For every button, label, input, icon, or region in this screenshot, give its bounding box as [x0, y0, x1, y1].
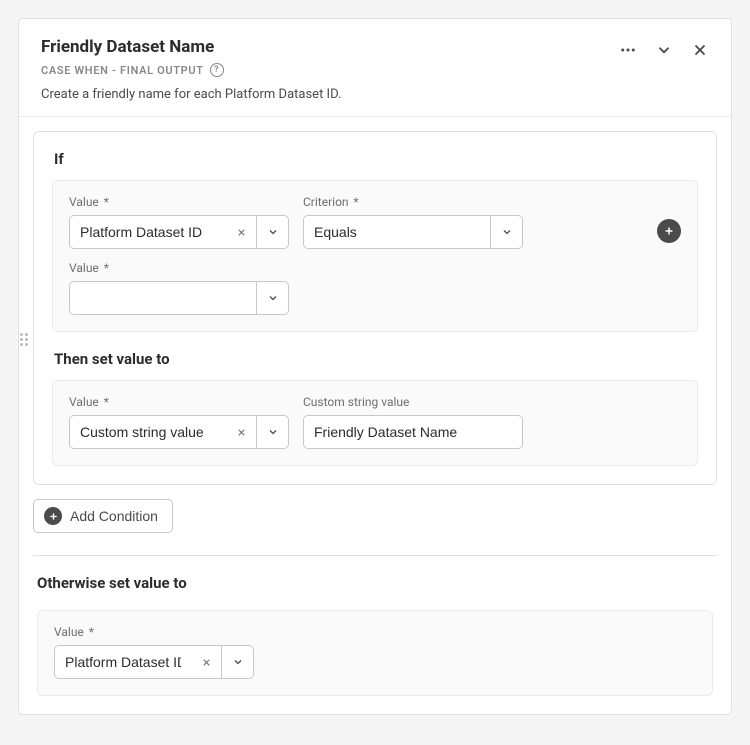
then-value-label: Value * [69, 395, 289, 409]
panel-description: Create a friendly name for each Platform… [41, 87, 619, 102]
required-asterisk: * [351, 195, 359, 209]
if-value1-label: Value * [69, 195, 289, 209]
if-row-2: Value * [69, 261, 681, 315]
close-icon[interactable] [691, 41, 709, 59]
panel-header-left: Friendly Dataset Name CASE WHEN - FINAL … [41, 37, 619, 102]
otherwise-value-combo[interactable] [54, 645, 254, 679]
otherwise-value-label: Value * [54, 625, 696, 639]
add-criterion-button[interactable] [657, 219, 681, 243]
then-sub-card: Value * Custom st [52, 380, 698, 466]
then-row: Value * Custom st [69, 395, 681, 449]
then-custom-field: Custom string value [303, 395, 523, 449]
required-asterisk: * [86, 625, 94, 639]
otherwise-value-field: Value * [54, 625, 696, 679]
label-text: Value [69, 395, 99, 409]
if-value2-field: Value * [69, 261, 289, 315]
required-asterisk: * [101, 195, 109, 209]
then-section-title: Then set value to [54, 350, 698, 368]
otherwise-card: Value * [37, 610, 713, 696]
more-icon[interactable] [619, 41, 637, 59]
then-custom-label: Custom string value [303, 395, 523, 409]
label-text: Value [69, 195, 99, 209]
otherwise-section: Otherwise set value to Value * [33, 574, 717, 700]
label-text: Value [69, 261, 99, 275]
if-criterion-field: Criterion * [303, 195, 523, 249]
panel-header-actions [619, 37, 709, 59]
panel-subtitle: CASE WHEN - FINAL OUTPUT ? [41, 63, 619, 77]
panel-header: Friendly Dataset Name CASE WHEN - FINAL … [19, 19, 731, 117]
then-value-field: Value * [69, 395, 289, 449]
plus-circle-icon [44, 507, 62, 525]
label-text: Value [54, 625, 84, 639]
label-text: Criterion [303, 195, 349, 209]
clear-icon[interactable] [226, 216, 256, 248]
otherwise-title: Otherwise set value to [37, 574, 713, 592]
if-value1-input[interactable] [70, 216, 226, 248]
help-icon[interactable]: ? [210, 63, 224, 77]
chevron-down-icon[interactable] [256, 416, 288, 448]
subtitle-text: CASE WHEN - FINAL OUTPUT [41, 64, 204, 77]
clear-icon[interactable] [191, 646, 221, 678]
chevron-down-icon[interactable] [256, 282, 288, 314]
page-title: Friendly Dataset Name [41, 37, 619, 57]
add-condition-label: Add Condition [70, 508, 158, 524]
if-sub-card: Value * [52, 180, 698, 332]
required-asterisk: * [101, 395, 109, 409]
if-value2-label: Value * [69, 261, 289, 275]
then-value-combo[interactable] [69, 415, 289, 449]
custom-string-input[interactable] [303, 415, 523, 449]
chevron-down-icon[interactable] [655, 41, 673, 59]
if-value2-combo[interactable] [69, 281, 289, 315]
if-criterion-input[interactable] [304, 216, 490, 248]
then-value-input[interactable] [70, 416, 226, 448]
add-condition-button[interactable]: Add Condition [33, 499, 173, 533]
otherwise-value-input[interactable] [55, 646, 191, 678]
derived-field-panel: Friendly Dataset Name CASE WHEN - FINAL … [18, 18, 732, 715]
if-row-1: Value * [69, 195, 681, 249]
if-section-title: If [54, 150, 698, 168]
drag-handle-icon[interactable] [20, 333, 28, 346]
if-value2-input[interactable] [70, 282, 256, 314]
chevron-down-icon[interactable] [256, 216, 288, 248]
if-criterion-combo[interactable] [303, 215, 523, 249]
condition-card: If Value * [33, 131, 717, 485]
if-criterion-label: Criterion * [303, 195, 523, 209]
panel-body: If Value * [19, 117, 731, 714]
clear-icon[interactable] [226, 416, 256, 448]
chevron-down-icon[interactable] [221, 646, 253, 678]
chevron-down-icon[interactable] [490, 216, 522, 248]
if-value1-field: Value * [69, 195, 289, 249]
divider [33, 555, 717, 556]
if-value1-combo[interactable] [69, 215, 289, 249]
required-asterisk: * [101, 261, 109, 275]
